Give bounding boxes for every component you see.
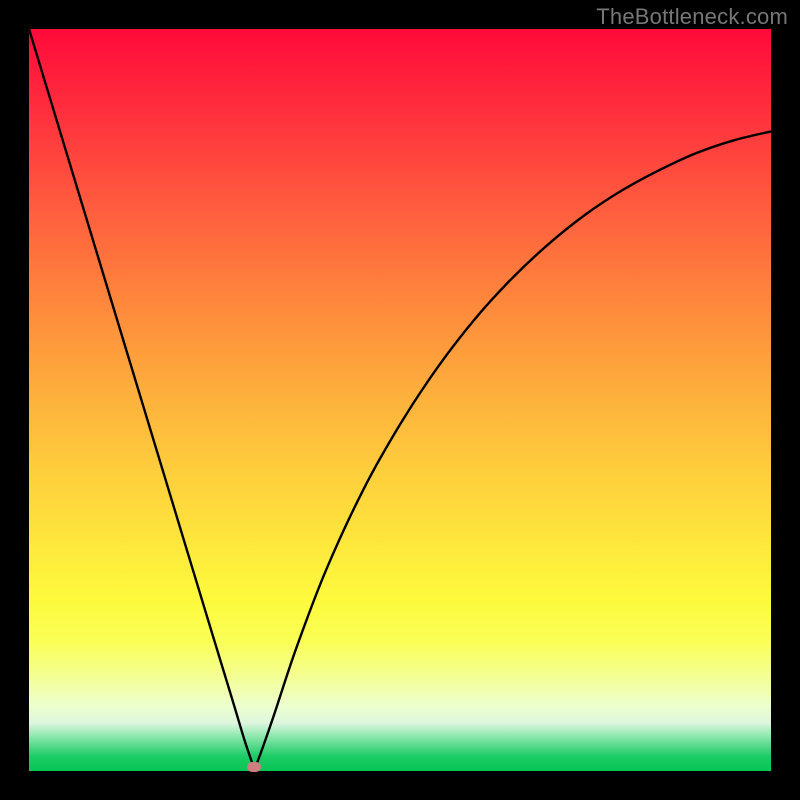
optimum-marker [247,762,261,772]
bottleneck-curve [29,29,771,771]
watermark-text: TheBottleneck.com [596,4,788,30]
plot-area [29,29,771,771]
chart-frame: TheBottleneck.com [0,0,800,800]
